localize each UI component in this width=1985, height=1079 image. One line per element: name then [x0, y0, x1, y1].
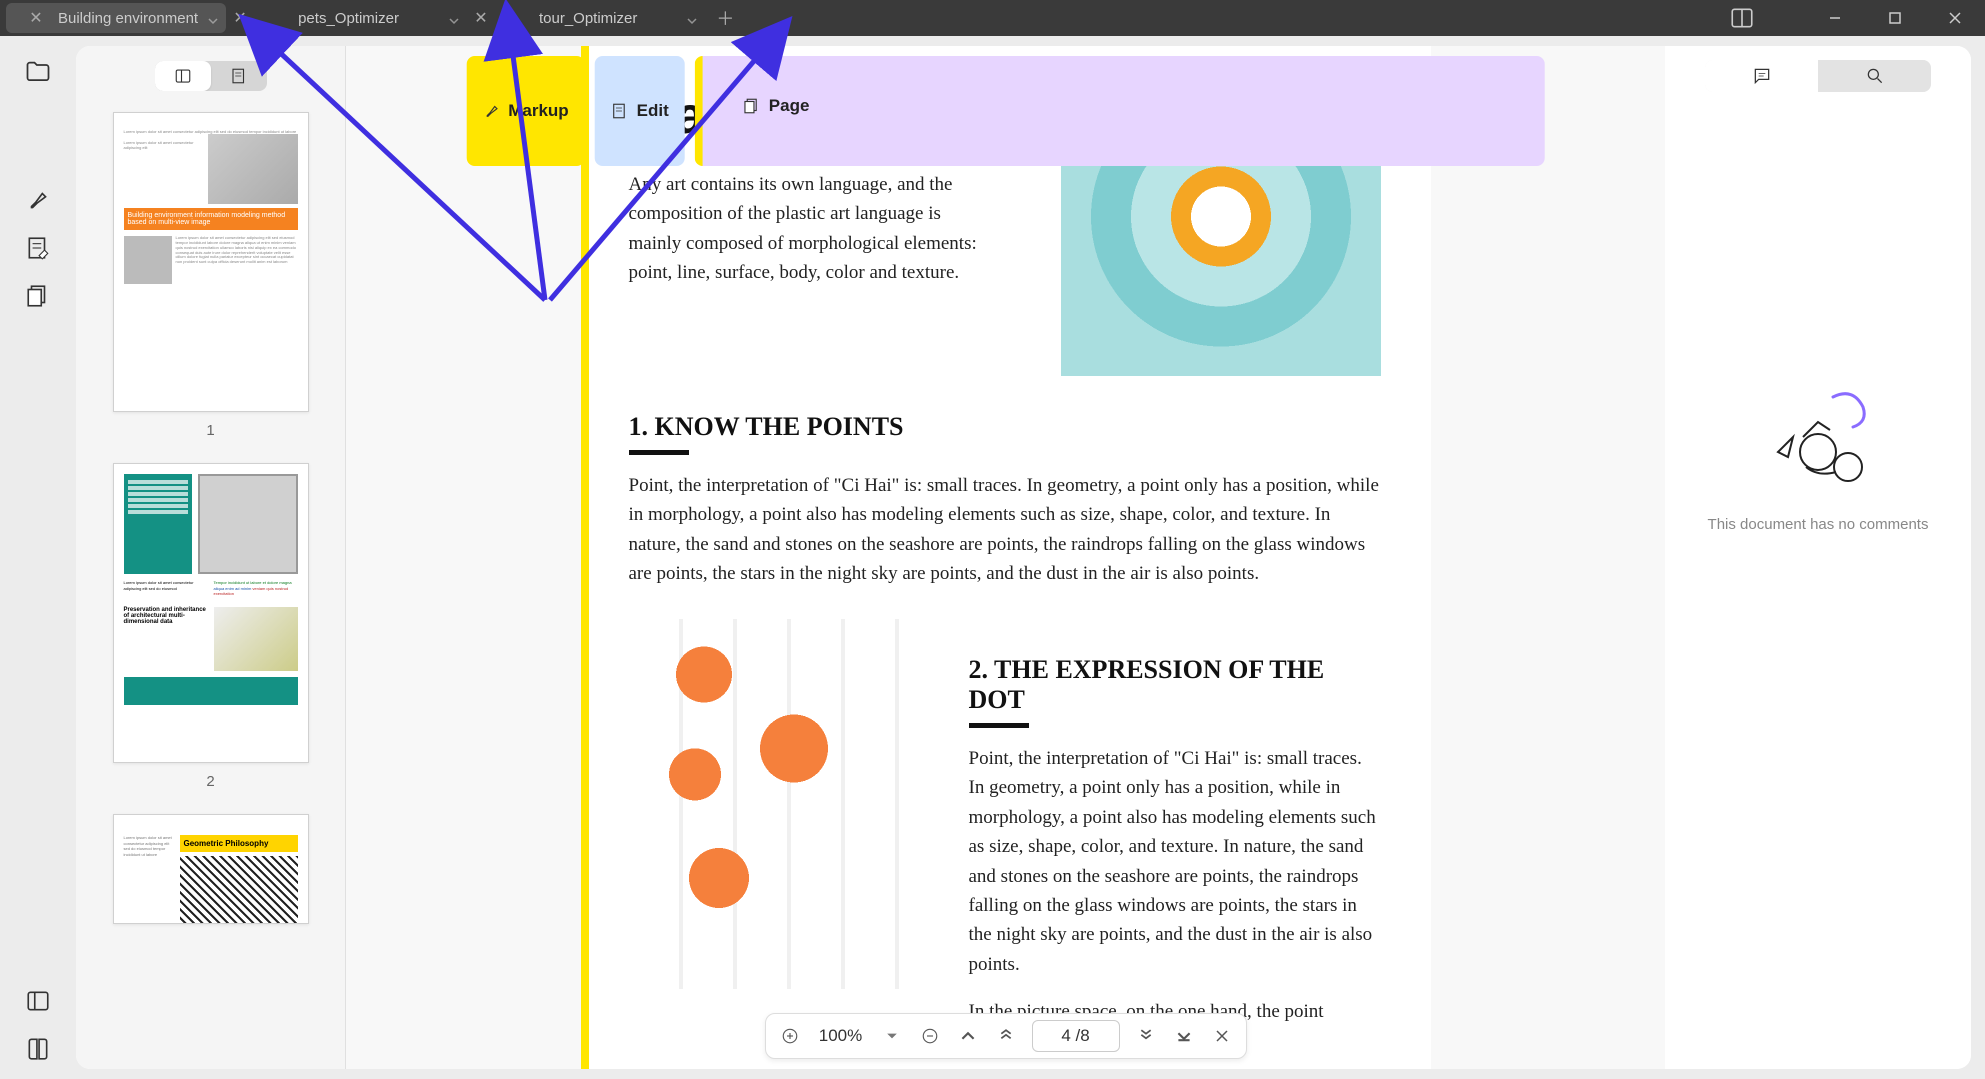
folder-icon[interactable]	[18, 52, 58, 92]
chevron-down-icon[interactable]	[687, 13, 697, 23]
tab-external-close-2[interactable]: ✕	[469, 6, 493, 30]
comments-empty-text: This document has no comments	[1708, 514, 1929, 535]
section-1-paragraph: Point, the interpretation of "Ci Hai" is…	[629, 471, 1381, 589]
thumb2-title: Preservation and inheritance of architec…	[124, 607, 208, 671]
layout-split-icon[interactable]	[1729, 5, 1755, 31]
window-maximize-button[interactable]	[1865, 0, 1925, 36]
tab-label: tour_Optimizer	[539, 10, 637, 27]
tab-external-close-1[interactable]: ✕	[228, 6, 252, 30]
thumbnail-item-2[interactable]: Lorem ipsum dolor sit amet consectetur a…	[76, 463, 345, 790]
close-nav-button[interactable]	[1210, 1024, 1234, 1048]
titlebar-right	[1729, 0, 1985, 36]
section-rule	[969, 723, 1029, 728]
mode-label: Page	[769, 96, 810, 116]
tab-tour-optimizer[interactable]: tour_Optimizer	[523, 3, 705, 33]
search-button[interactable]	[1818, 60, 1931, 92]
thumbnail-item-1[interactable]: Lorem ipsum dolor sit amet consectetur a…	[76, 112, 345, 439]
text-edit-icon	[611, 102, 629, 120]
thumbnail-label: 2	[206, 773, 214, 790]
chevron-down-icon[interactable]	[449, 13, 459, 23]
zoom-out-button[interactable]	[918, 1024, 942, 1048]
section-rule	[629, 450, 689, 455]
thumbnail-item-3[interactable]: Lorem ipsum dolor sit amet consectetur a…	[76, 814, 345, 924]
thumbnail-page-1[interactable]: Lorem ipsum dolor sit amet consectetur a…	[113, 112, 309, 412]
mode-label: Markup	[508, 101, 568, 121]
thumbnail-grid-button[interactable]	[155, 61, 211, 91]
zoom-in-button[interactable]	[778, 1024, 802, 1048]
tab-close-building[interactable]: ✕	[24, 6, 48, 30]
mode-edit-button[interactable]: Edit	[595, 56, 685, 166]
thumbnail-toolbar	[76, 46, 345, 96]
document-page: Plane Space Any art contains its own lan…	[581, 46, 1431, 1069]
tabs-container: ✕ Building environment ✕ pets_Optimizer …	[0, 0, 737, 36]
tab-pets-optimizer[interactable]: pets_Optimizer	[282, 3, 467, 33]
dots-image	[629, 619, 929, 989]
thumbnail-column: Lorem ipsum dolor sit amet consectetur a…	[76, 46, 346, 1069]
page-number-value: 4 /8	[1061, 1026, 1089, 1046]
mode-page-button[interactable]: Page	[695, 56, 1545, 166]
comments-button[interactable]	[1705, 60, 1818, 92]
thumbnail-label: 1	[206, 422, 214, 439]
highlighter-icon	[482, 102, 500, 120]
mode-tabs: Markup Edit Page	[466, 56, 1545, 166]
section-2-heading: 2. THE EXPRESSION OF THE DOT	[969, 655, 1381, 715]
page-surface[interactable]: Plane Space Any art contains its own lan…	[346, 46, 1665, 1069]
window-minimize-button[interactable]	[1805, 0, 1865, 36]
main-panel: Lorem ipsum dolor sit amet consectetur a…	[76, 46, 1971, 1069]
mode-label: Edit	[637, 101, 669, 121]
tab-add-button[interactable]: ＋	[713, 6, 737, 30]
last-page-button[interactable]	[1134, 1024, 1158, 1048]
page-organize-icon[interactable]	[18, 276, 58, 316]
document-view: Markup Edit Page Plane Space Any art	[346, 46, 1665, 1069]
zoom-value: 100%	[816, 1026, 866, 1046]
thumb1-title: Building environment information modelin…	[124, 208, 298, 230]
window-close-button[interactable]	[1925, 0, 1985, 36]
zoom-dropdown-button[interactable]	[880, 1024, 904, 1048]
thumbnail-view-segment	[155, 61, 267, 91]
page-organize-icon	[743, 97, 761, 115]
next-page-button[interactable]	[1172, 1024, 1196, 1048]
thumbnail-list[interactable]: Lorem ipsum dolor sit amet consectetur a…	[76, 96, 345, 1069]
page-number-input[interactable]: 4 /8	[1032, 1020, 1120, 1052]
section-2-paragraph: Point, the interpretation of "Ci Hai" is…	[969, 744, 1381, 980]
right-toolbar	[1705, 60, 1931, 92]
highlighter-icon[interactable]	[18, 180, 58, 220]
mode-markup-button[interactable]: Markup	[466, 56, 584, 166]
book-icon[interactable]	[18, 1029, 58, 1069]
tab-label: pets_Optimizer	[298, 10, 399, 27]
left-rail	[10, 46, 66, 1069]
thumb3-title: Geometric Philosophy	[180, 835, 298, 852]
comments-empty-state: This document has no comments	[1708, 382, 1929, 535]
thumbnail-page-2[interactable]: Lorem ipsum dolor sit amet consectetur a…	[113, 463, 309, 763]
section-1-heading: 1. KNOW THE POINTS	[629, 412, 1381, 442]
intro-paragraph: Any art contains its own language, and t…	[629, 170, 989, 288]
tab-label: Building environment	[58, 10, 198, 27]
app-body: Lorem ipsum dolor sit amet consectetur a…	[0, 36, 1985, 1079]
thumbnail-outline-button[interactable]	[211, 61, 267, 91]
titlebar: ✕ Building environment ✕ pets_Optimizer …	[0, 0, 1985, 36]
page-navigation-bar: 100% 4 /8	[765, 1013, 1247, 1059]
tab-building-environment[interactable]: ✕ Building environment	[6, 3, 226, 33]
sidebar-toggle-icon[interactable]	[18, 981, 58, 1021]
thumbnail-page-3[interactable]: Lorem ipsum dolor sit amet consectetur a…	[113, 814, 309, 924]
text-edit-icon[interactable]	[18, 228, 58, 268]
first-page-button[interactable]	[994, 1024, 1018, 1048]
right-panel: This document has no comments	[1665, 46, 1971, 1069]
comments-illustration	[1758, 382, 1878, 502]
chevron-down-icon[interactable]	[208, 13, 218, 23]
prev-page-button[interactable]	[956, 1024, 980, 1048]
